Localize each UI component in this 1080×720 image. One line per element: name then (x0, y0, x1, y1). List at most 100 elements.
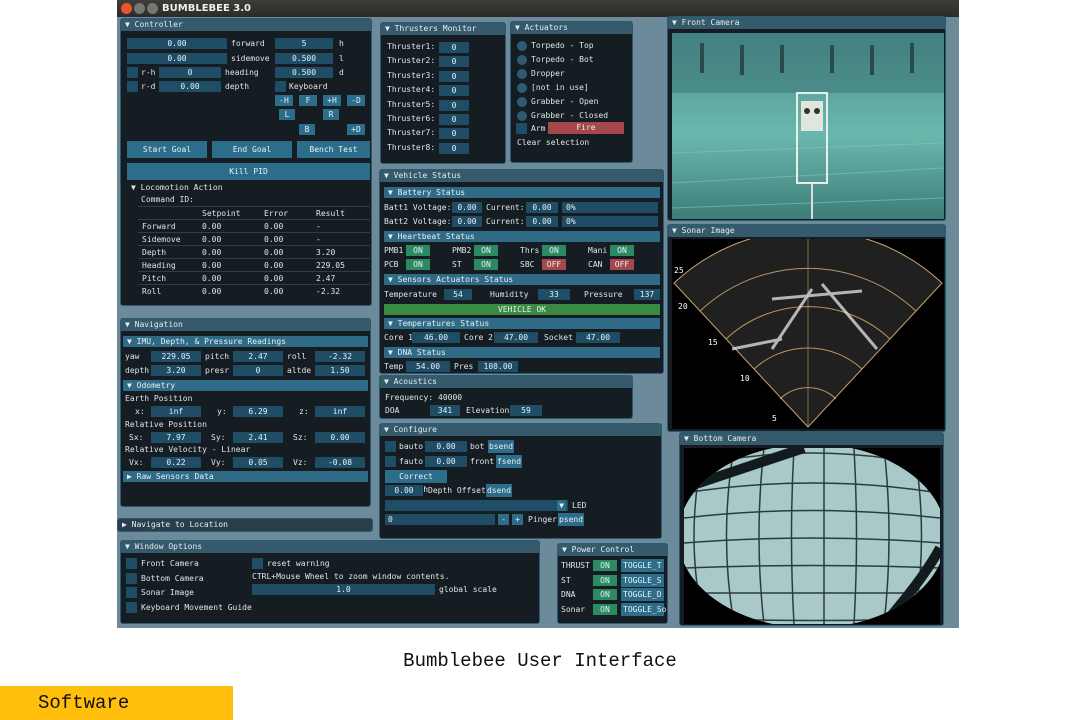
bench-test-button[interactable]: Bench Test (297, 141, 370, 158)
minimize-icon[interactable] (134, 3, 145, 14)
actuators-title[interactable]: ▼ Actuators (511, 22, 632, 34)
front-camera-title[interactable]: ▼ Front Camera (668, 17, 945, 29)
actuator-radio[interactable] (517, 97, 527, 107)
window-option-checkbox[interactable] (126, 587, 137, 598)
thrusters-title[interactable]: ▼ Thrusters Monitor (381, 23, 505, 35)
heading-input[interactable]: 0 (159, 67, 221, 78)
power-toggle-button[interactable]: TOGGLE_T (621, 559, 664, 572)
power-toggle-button[interactable]: TOGGLE_S (621, 573, 664, 587)
sidemove-input[interactable]: 0.00 (127, 53, 227, 64)
actuator-radio[interactable] (517, 111, 527, 121)
acoustics-title[interactable]: ▼ Acoustics (380, 376, 632, 388)
pinger-decrement-button[interactable]: - (498, 514, 509, 525)
depth-offset-input[interactable]: 0.00 (385, 485, 423, 496)
kill-pid-button[interactable]: Kill PID (127, 163, 370, 180)
earth-position-label: Earth Position (125, 394, 193, 403)
front-label: front (470, 457, 495, 466)
dsend-button[interactable]: dsend (486, 484, 512, 497)
window-option-checkbox[interactable] (126, 572, 137, 584)
thruster-label: Thruster4: (387, 85, 436, 95)
power-toggle-button[interactable]: TOGGLE_D (621, 588, 664, 601)
batt1-voltage: 0.00 (452, 202, 482, 213)
actuator-radio[interactable] (517, 83, 527, 93)
bottom-camera-title[interactable]: ▼ Bottom Camera (680, 433, 943, 445)
key-minus-d-button[interactable]: -D (347, 95, 365, 106)
locomotion-tree-node[interactable]: ▼ Locomotion Action (131, 182, 223, 193)
navigate-to-panel: ▶ Navigate to Location (117, 518, 373, 532)
vehicle-status-title[interactable]: ▼ Vehicle Status (380, 170, 663, 182)
thruster-value: 0 (439, 85, 469, 97)
fauto-input[interactable]: 0.00 (425, 456, 467, 467)
batt2-current: 0.00 (526, 216, 558, 227)
fire-button[interactable]: Fire (548, 122, 624, 134)
fsend-button[interactable]: fsend (496, 455, 522, 468)
sensors-header[interactable]: ▼ Sensors Actuators Status (384, 274, 660, 285)
h-input[interactable]: 5 (275, 38, 333, 49)
key-f-button[interactable]: F (299, 95, 317, 106)
global-scale-slider[interactable]: 1.0 (252, 584, 435, 595)
pressure-label: Pressure (584, 290, 623, 299)
controller-title[interactable]: ▼ Controller (121, 19, 371, 31)
sonar-title[interactable]: ▼ Sonar Image (668, 225, 945, 237)
key-plus-d-button[interactable]: +D (347, 124, 365, 135)
led-select[interactable]: ▼ (385, 500, 568, 511)
start-goal-button[interactable]: Start Goal (127, 141, 207, 158)
z-label: z: (299, 407, 309, 416)
actuator-radio[interactable] (517, 69, 527, 79)
actuator-radio[interactable] (517, 55, 527, 65)
bsend-button[interactable]: bsend (488, 440, 514, 453)
odometry-header[interactable]: ▼ Odometry (123, 380, 368, 391)
window-options-title[interactable]: ▼ Window Options (121, 541, 539, 553)
navigation-title[interactable]: ▼ Navigation (121, 319, 370, 331)
doa-value: 341 (430, 405, 460, 416)
configure-panel: ▼ Configure bauto 0.00 bot bsend fauto 0… (379, 423, 662, 539)
window-option-checkbox[interactable] (126, 601, 137, 613)
key-l-button[interactable]: L (279, 109, 295, 120)
key-minus-h-button[interactable]: -H (275, 95, 293, 106)
configure-title[interactable]: ▼ Configure (380, 424, 661, 436)
window-option-checkbox[interactable] (126, 558, 137, 569)
pinger-increment-button[interactable]: + (512, 514, 523, 525)
heartbeat-header[interactable]: ▼ Heartbeat Status (384, 231, 660, 242)
key-r-button[interactable]: R (323, 109, 339, 120)
correct-depth-button[interactable]: Correct depth (385, 470, 447, 494)
psend-button[interactable]: psend (558, 513, 584, 526)
reset-warning-checkbox[interactable] (252, 558, 263, 569)
socket-label: Socket (544, 333, 573, 342)
sonar-range-25: 25 (674, 266, 684, 275)
altde-label: altde (287, 366, 312, 375)
l-slider[interactable]: 0.500 (275, 53, 333, 64)
r-h-checkbox[interactable] (127, 67, 138, 78)
fauto-checkbox[interactable] (385, 456, 396, 467)
heartbeat-label: SBC (520, 260, 535, 269)
maximize-icon[interactable] (147, 3, 158, 14)
actuator-radio[interactable] (517, 41, 527, 51)
battery-header[interactable]: ▼ Battery Status (384, 187, 660, 198)
pinger-input[interactable]: 0 (385, 514, 495, 525)
raw-sensors-header[interactable]: ▶ Raw Sensors Data (123, 471, 368, 482)
sx-value: 7.97 (151, 432, 201, 443)
sonar-panel: ▼ Sonar Image 25 20 15 10 5 (667, 224, 946, 432)
close-icon[interactable] (121, 3, 132, 14)
key-plus-h-button[interactable]: +H (323, 95, 341, 106)
d-slider[interactable]: 0.500 (275, 67, 333, 78)
keyboard-checkbox[interactable] (275, 81, 286, 92)
key-b-button[interactable]: B (299, 124, 315, 135)
navigation-panel: ▼ Navigation ▼ IMU, Depth, & Pressure Re… (120, 318, 371, 507)
end-goal-button[interactable]: End Goal (212, 141, 292, 158)
power-toggle-button[interactable]: TOGGLE_So (621, 602, 666, 616)
arm-checkbox[interactable] (516, 123, 527, 134)
r-d-checkbox[interactable] (127, 81, 138, 92)
imu-header[interactable]: ▼ IMU, Depth, & Pressure Readings (123, 336, 368, 347)
bauto-checkbox[interactable] (385, 441, 396, 452)
power-control-title[interactable]: ▼ Power Control (558, 544, 667, 556)
navigate-to-title[interactable]: ▶ Navigate to Location (118, 519, 372, 531)
depth-input[interactable]: 0.00 (159, 81, 221, 92)
dna-header[interactable]: ▼ DNA Status (384, 347, 660, 358)
bauto-input[interactable]: 0.00 (425, 441, 467, 452)
clear-selection-button[interactable]: Clear selection (517, 137, 589, 148)
thruster-value: 0 (439, 99, 469, 111)
temperatures-header[interactable]: ▼ Temperatures Status (384, 318, 660, 329)
forward-input[interactable]: 0.00 (127, 38, 227, 49)
elevation-label: Elevation (466, 406, 510, 415)
